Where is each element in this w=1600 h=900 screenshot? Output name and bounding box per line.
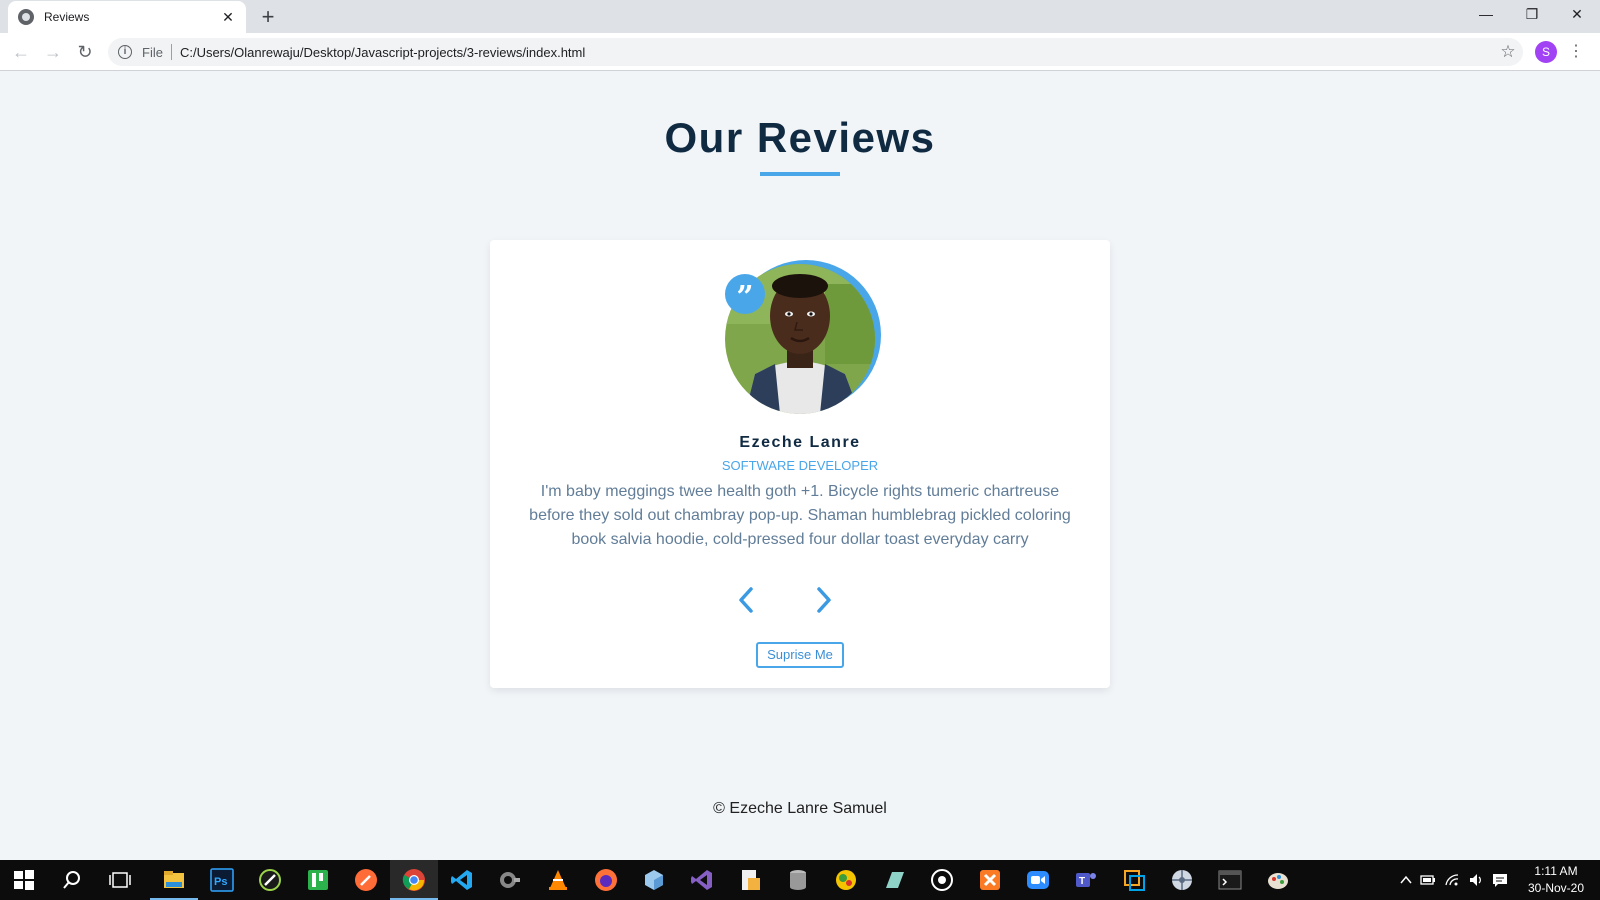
taskbar-clock[interactable]: 1:11 AM 30-Nov-20 bbox=[1520, 863, 1592, 897]
address-separator bbox=[170, 44, 172, 60]
windows-start-icon[interactable] bbox=[12, 868, 36, 892]
new-tab-button[interactable]: + bbox=[254, 4, 282, 30]
document-app-icon[interactable] bbox=[738, 868, 762, 892]
restore-button[interactable]: ❐ bbox=[1509, 0, 1555, 30]
svg-text:T: T bbox=[1079, 876, 1085, 887]
title-underline bbox=[760, 172, 840, 176]
page-title: Our Reviews bbox=[664, 114, 936, 161]
window-close-button[interactable]: ✕ bbox=[1554, 0, 1600, 30]
page-content: Our Reviews ” Ezeche Lanre SOFTWARE DEVE… bbox=[0, 72, 1600, 860]
chrome-icon[interactable] bbox=[402, 868, 426, 892]
browser-toolbar: ← → ↻ i File C:/Users/Olanrewaju/Desktop… bbox=[0, 33, 1600, 71]
orange-app-icon[interactable] bbox=[1122, 868, 1146, 892]
forward-button[interactable]: → bbox=[40, 39, 66, 65]
terminal-icon[interactable] bbox=[1218, 868, 1242, 892]
chevron-right-icon bbox=[817, 587, 831, 613]
gray-app-icon[interactable] bbox=[498, 868, 522, 892]
clock-time: 1:11 AM bbox=[1534, 864, 1578, 878]
zoom-icon[interactable] bbox=[1026, 868, 1050, 892]
review-image-container: ” bbox=[725, 260, 881, 414]
clock-date: 30-Nov-20 bbox=[1527, 881, 1585, 895]
database-icon[interactable] bbox=[786, 868, 810, 892]
vlc-icon[interactable] bbox=[546, 868, 570, 892]
svg-text:Ps: Ps bbox=[214, 876, 227, 888]
inkscape-icon[interactable] bbox=[258, 868, 282, 892]
reload-button[interactable]: ↻ bbox=[72, 39, 98, 65]
reviewer-job: software developer bbox=[721, 458, 879, 473]
globe-icon bbox=[18, 9, 34, 25]
browser-tab-strip: Reviews ✕ + — ❐ ✕ bbox=[0, 0, 1600, 33]
info-icon[interactable]: i bbox=[118, 45, 132, 59]
paint-icon[interactable] bbox=[1266, 868, 1290, 892]
back-button[interactable]: ← bbox=[8, 39, 34, 65]
vscode-icon[interactable] bbox=[450, 868, 474, 892]
bookmark-star-icon[interactable]: ☆ bbox=[1493, 42, 1523, 62]
xampp-icon[interactable] bbox=[978, 868, 1002, 892]
volume-icon[interactable] bbox=[1468, 872, 1484, 888]
quote-icon: ” bbox=[725, 274, 765, 315]
system-tray[interactable] bbox=[1400, 860, 1512, 900]
chevron-up-icon[interactable] bbox=[1400, 874, 1412, 886]
url-text[interactable]: C:/Users/Olanrewaju/Desktop/Javascript-p… bbox=[180, 45, 1493, 60]
profile-avatar[interactable]: S bbox=[1535, 41, 1557, 63]
windows-taskbar: Ps T 1:11 AM 30-Nov-20 bbox=[0, 860, 1600, 900]
search-icon[interactable] bbox=[60, 868, 84, 892]
sky-app-icon[interactable] bbox=[882, 868, 906, 892]
address-bar[interactable]: i File C:/Users/Olanrewaju/Desktop/Javas… bbox=[108, 38, 1523, 66]
prev-button[interactable] bbox=[732, 585, 762, 615]
postman-icon[interactable] bbox=[354, 868, 378, 892]
browser-menu-icon[interactable]: ⋮ bbox=[1568, 41, 1584, 63]
notification-icon[interactable] bbox=[1492, 872, 1508, 888]
firefox-icon[interactable] bbox=[594, 868, 618, 892]
task-view-icon[interactable] bbox=[108, 868, 132, 892]
reviewer-name: Ezeche Lanre bbox=[739, 434, 861, 451]
target-app-icon[interactable] bbox=[930, 868, 954, 892]
tab-title: Reviews bbox=[44, 10, 90, 24]
teams-icon[interactable]: T bbox=[1074, 868, 1098, 892]
green-app-icon[interactable] bbox=[306, 868, 330, 892]
surprise-me-button[interactable]: Suprise Me bbox=[756, 642, 844, 668]
file-explorer-icon[interactable] bbox=[162, 868, 186, 892]
wifi-icon[interactable] bbox=[1444, 872, 1460, 888]
color-app-icon[interactable] bbox=[834, 868, 858, 892]
visual-studio-icon[interactable] bbox=[690, 868, 714, 892]
battery-icon[interactable] bbox=[1420, 873, 1436, 887]
browser-tab[interactable]: Reviews ✕ bbox=[8, 1, 246, 33]
box-app-icon[interactable] bbox=[642, 868, 666, 892]
next-button[interactable] bbox=[808, 585, 838, 615]
wheel-app-icon[interactable] bbox=[1170, 868, 1194, 892]
photoshop-icon[interactable]: Ps bbox=[210, 868, 234, 892]
minimize-button[interactable]: — bbox=[1463, 0, 1509, 30]
scheme-label: File bbox=[142, 44, 163, 60]
review-text: I'm baby meggings twee health goth +1. B… bbox=[529, 483, 1071, 548]
tab-close-icon[interactable]: ✕ bbox=[220, 9, 236, 26]
footer-copyright: © Ezeche Lanre Samuel bbox=[713, 800, 887, 817]
review-card: ” Ezeche Lanre software developer I'm ba… bbox=[490, 240, 1110, 688]
chevron-left-icon bbox=[739, 587, 753, 613]
